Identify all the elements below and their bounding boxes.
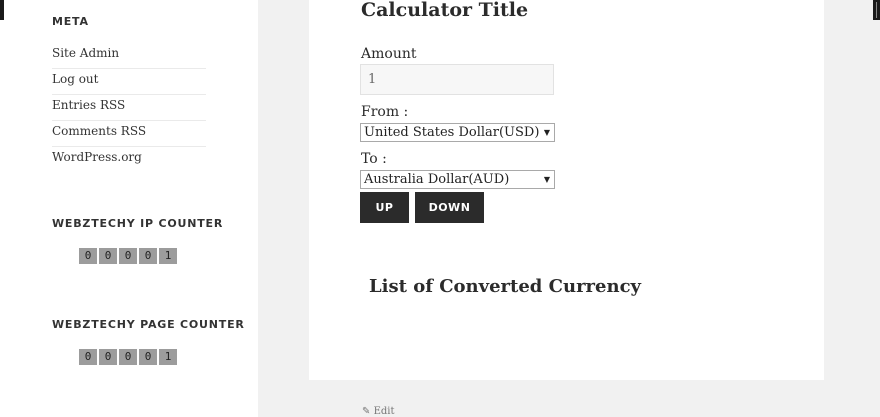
from-currency-value: United States Dollar(USD) <box>364 125 540 140</box>
counter-digit: 0 <box>99 248 117 264</box>
counter-digit: 0 <box>119 248 137 264</box>
meta-link-item: Site Admin <box>52 43 206 69</box>
meta-link-item: Comments RSS <box>52 121 206 147</box>
meta-links: Site Admin Log out Entries RSS Comments … <box>52 43 206 173</box>
counter-digit: 0 <box>139 248 157 264</box>
meta-widget-title: META <box>52 15 89 28</box>
dropdown-arrow-icon: ▼ <box>543 128 550 137</box>
edit-link[interactable]: ✎ Edit <box>362 406 395 417</box>
counter-digit: 0 <box>79 349 97 365</box>
to-currency-value: Australia Dollar(AUD) <box>364 172 510 187</box>
page-counter: 0 0 0 0 1 <box>79 349 177 365</box>
counter-digit: 0 <box>139 349 157 365</box>
to-label: To : <box>361 151 387 167</box>
ip-counter-title: WEBZTECHY IP COUNTER <box>52 217 224 230</box>
meta-link-item: WordPress.org <box>52 147 206 173</box>
sidebar: META Site Admin Log out Entries RSS Comm… <box>0 0 258 417</box>
down-button[interactable]: DOWN <box>415 192 484 223</box>
dropdown-arrow-icon: ▼ <box>543 175 550 184</box>
log-out-link[interactable]: Log out <box>52 72 98 86</box>
amount-input[interactable] <box>360 64 554 95</box>
site-admin-link[interactable]: Site Admin <box>52 46 119 60</box>
counter-digit: 1 <box>159 349 177 365</box>
calculator-title: Calculator Title <box>361 0 529 21</box>
from-currency-select[interactable]: United States Dollar(USD) ▼ <box>360 123 555 142</box>
page-counter-title: WEBZTECHY PAGE COUNTER <box>52 318 245 331</box>
counter-digit: 0 <box>79 248 97 264</box>
ip-counter: 0 0 0 0 1 <box>79 248 177 264</box>
to-currency-select[interactable]: Australia Dollar(AUD) ▼ <box>360 170 555 189</box>
counter-digit: 1 <box>159 248 177 264</box>
from-label: From : <box>361 104 409 120</box>
entries-rss-link[interactable]: Entries RSS <box>52 98 125 112</box>
wordpress-org-link[interactable]: WordPress.org <box>52 150 142 164</box>
edit-label: Edit <box>373 406 395 417</box>
meta-link-item: Entries RSS <box>52 95 206 121</box>
counter-digit: 0 <box>99 349 117 365</box>
amount-label: Amount <box>361 46 417 62</box>
up-button[interactable]: UP <box>360 192 409 223</box>
main-content: Calculator Title Amount From : United St… <box>309 0 824 380</box>
comments-rss-link[interactable]: Comments RSS <box>52 124 146 138</box>
meta-link-item: Log out <box>52 69 206 95</box>
window-edge-detail <box>876 2 877 18</box>
counter-digit: 0 <box>119 349 137 365</box>
window-edge <box>0 0 4 20</box>
converted-currency-list-title: List of Converted Currency <box>369 276 641 297</box>
pencil-icon: ✎ <box>362 406 371 417</box>
